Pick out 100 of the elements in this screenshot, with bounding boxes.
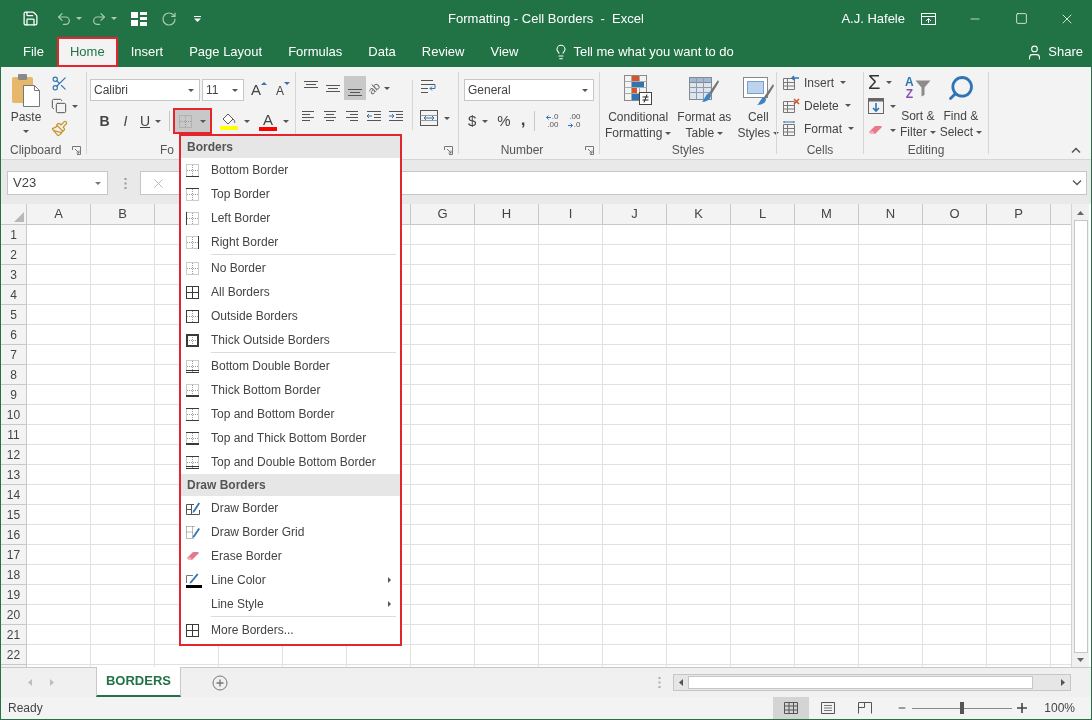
- shrink-font-button[interactable]: A: [276, 80, 291, 100]
- caret-icon[interactable]: [200, 119, 207, 123]
- caret-icon[interactable]: [444, 116, 450, 120]
- left-triangle-icon[interactable]: [679, 679, 683, 686]
- zoom-level[interactable]: 100%: [1044, 699, 1075, 717]
- caret-icon[interactable]: [582, 88, 588, 92]
- menu-item[interactable]: All Borders: [181, 280, 400, 304]
- menu-item[interactable]: Line Color: [181, 568, 400, 592]
- menu-item[interactable]: Right Border: [181, 230, 400, 254]
- paint-bucket-icon[interactable]: [220, 112, 239, 130]
- menu-item[interactable]: Top and Double Bottom Border: [181, 450, 400, 474]
- menu-item[interactable]: Outside Borders: [181, 304, 400, 328]
- menu-item[interactable]: Draw Border Grid: [181, 520, 400, 544]
- scissors-icon[interactable]: [51, 75, 68, 92]
- vertical-dots-icon[interactable]: [124, 178, 127, 189]
- redo-icon[interactable]: [91, 10, 107, 27]
- menu-item[interactable]: Bottom Border: [181, 158, 400, 182]
- ribbon-tab[interactable]: Data: [355, 37, 409, 67]
- autosum-button[interactable]: Σ: [868, 71, 896, 93]
- increase-decimal-button[interactable]: .0 .00: [540, 113, 559, 129]
- menu-item[interactable]: Draw Border: [181, 496, 400, 520]
- percent-button[interactable]: %: [497, 109, 511, 133]
- number-format-field[interactable]: General: [464, 79, 594, 101]
- ribbon-tab[interactable]: Review: [408, 37, 478, 67]
- increase-indent-icon[interactable]: [388, 108, 404, 124]
- corner-arrow-icon[interactable]: [72, 145, 81, 155]
- right-triangle-icon[interactable]: [1061, 679, 1065, 686]
- maximize-icon[interactable]: [1015, 12, 1028, 25]
- caret-icon[interactable]: [95, 181, 101, 185]
- vertical-dots-icon[interactable]: [658, 677, 661, 688]
- font-size-field[interactable]: 11: [202, 79, 244, 101]
- caret-icon[interactable]: [482, 119, 489, 123]
- name-box[interactable]: V23: [7, 171, 108, 195]
- chevron-down-icon[interactable]: [1072, 180, 1082, 186]
- caret-icon[interactable]: [232, 88, 238, 92]
- caret-icon[interactable]: [155, 119, 162, 123]
- currency-button[interactable]: $: [468, 109, 489, 133]
- ribbon-tab[interactable]: Formulas: [275, 37, 356, 67]
- undo-icon[interactable]: [56, 10, 72, 27]
- up-triangle-icon[interactable]: [1077, 211, 1084, 215]
- menu-item[interactable]: Line Style: [181, 592, 400, 616]
- caret-icon[interactable]: [244, 119, 251, 123]
- menu-item[interactable]: Top and Bottom Border: [181, 402, 400, 426]
- plus-icon[interactable]: [1017, 703, 1028, 713]
- align-center-icon[interactable]: [322, 108, 338, 124]
- caret-icon[interactable]: [111, 17, 117, 20]
- menu-item[interactable]: Left Border: [181, 206, 400, 230]
- styles-button[interactable]: Conditional Formatting: [603, 73, 674, 141]
- decrease-indent-icon[interactable]: [366, 108, 382, 124]
- vertical-align-button[interactable]: [344, 76, 366, 100]
- lines-return-arrow-icon[interactable]: [420, 78, 438, 96]
- zoom-slider-thumb[interactable]: [960, 701, 965, 714]
- plus-circle-icon[interactable]: [212, 674, 228, 691]
- scroll-thumb[interactable]: [688, 676, 1033, 689]
- tiles-icon[interactable]: [131, 11, 147, 26]
- normal-view-button[interactable]: [773, 697, 810, 719]
- font-name-field[interactable]: Calibri: [90, 79, 200, 101]
- cells-button[interactable]: Insert: [783, 72, 854, 93]
- sort-filter-button[interactable]: A Z Sort & Filter: [900, 71, 936, 141]
- menu-item[interactable]: Erase Border: [181, 544, 400, 568]
- borders-button[interactable]: [173, 108, 213, 134]
- font-color-button[interactable]: A: [259, 111, 290, 131]
- down-triangle-icon[interactable]: [1077, 658, 1084, 662]
- corner-arrow-icon[interactable]: [585, 145, 594, 155]
- caret-icon[interactable]: [23, 130, 29, 133]
- comma-button[interactable]: ,: [520, 110, 526, 132]
- menu-item[interactable]: Bottom Double Border: [181, 354, 400, 378]
- sheet-tab[interactable]: BORDERS: [96, 667, 181, 697]
- caret-icon[interactable]: [76, 17, 82, 20]
- ribbon-tab[interactable]: File: [10, 37, 57, 67]
- horizontal-scrollbar[interactable]: [673, 674, 1071, 691]
- menu-item[interactable]: Thick Bottom Border: [181, 378, 400, 402]
- italic-button[interactable]: I: [115, 110, 136, 132]
- caret-icon[interactable]: [890, 104, 896, 108]
- cells-button[interactable]: Delete: [783, 95, 854, 116]
- ribbon-tab[interactable]: Page Layout: [176, 37, 276, 67]
- find-select-button[interactable]: Find & Select: [939, 71, 983, 141]
- menu-item[interactable]: No Border: [181, 256, 400, 280]
- caret-icon[interactable]: [384, 86, 391, 90]
- caret-icon[interactable]: [72, 104, 78, 108]
- copy-icon[interactable]: [51, 98, 67, 114]
- styles-button[interactable]: Cell Styles: [735, 73, 782, 141]
- vertical-scrollbar[interactable]: [1071, 204, 1089, 667]
- scroll-thumb[interactable]: [1073, 220, 1088, 653]
- save-icon[interactable]: [22, 10, 39, 27]
- styles-button[interactable]: Format as Table: [675, 73, 734, 141]
- caret-icon[interactable]: [283, 119, 290, 123]
- decrease-decimal-button[interactable]: .00 .0: [562, 113, 581, 129]
- menu-item[interactable]: More Borders...: [181, 618, 400, 642]
- orientation-button[interactable]: ab: [368, 76, 391, 100]
- menu-item[interactable]: Top and Thick Bottom Border: [181, 426, 400, 450]
- underline-button[interactable]: U: [136, 110, 162, 132]
- cells-button[interactable]: Format: [783, 118, 854, 139]
- line-triangle-icon[interactable]: [194, 15, 201, 22]
- tell-me-field[interactable]: Tell me what you want to do: [573, 42, 764, 62]
- align-left-icon[interactable]: [300, 108, 316, 124]
- circular-arrow-icon[interactable]: [161, 10, 177, 27]
- bold-button[interactable]: B: [94, 110, 115, 132]
- corner-arrow-icon[interactable]: [444, 145, 453, 155]
- grow-font-button[interactable]: A: [251, 80, 267, 100]
